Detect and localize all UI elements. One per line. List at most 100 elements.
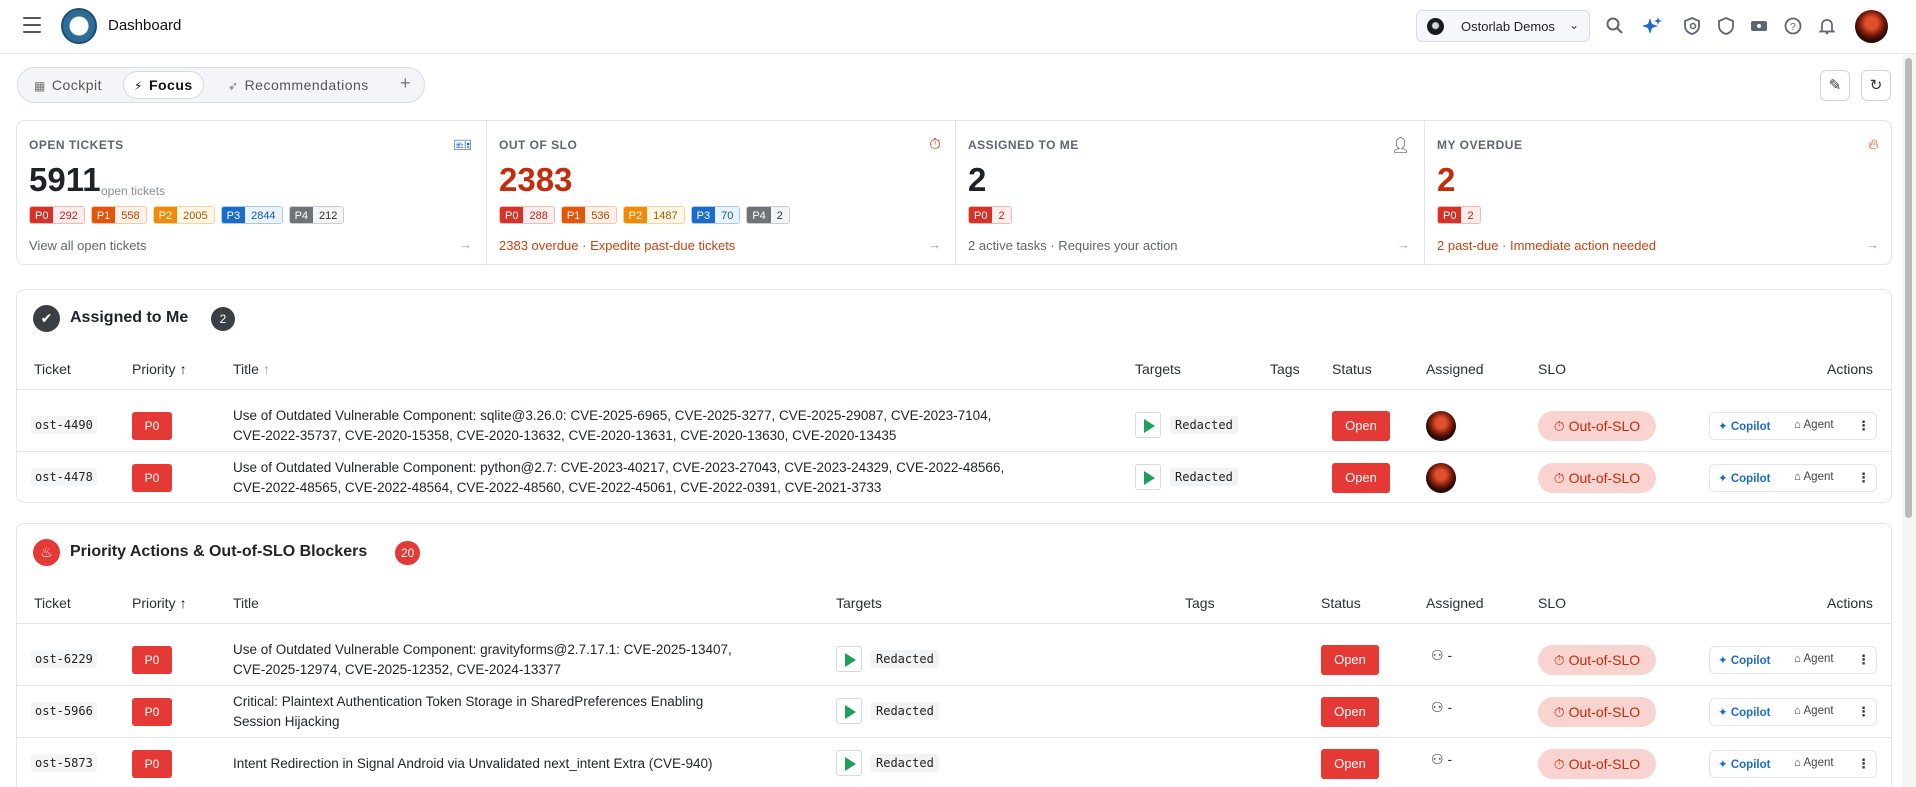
arrow-right-icon[interactable]: → [928,237,941,252]
unassigned-icon[interactable]: ⚇ - [1431,699,1452,716]
ticket-title[interactable]: Use of Outdated Vulnerable Component: gr… [233,640,732,680]
column-assigned[interactable]: Assigned [1426,595,1484,611]
column-status[interactable]: Status [1321,595,1361,611]
kpi-my-overdue[interactable]: MY OVERDUE 🔥︎ 2 P0 2 2 past-due · Immedia… [1424,121,1893,266]
sparkle-icon[interactable] [1642,16,1662,36]
copilot-button[interactable]: ✦ Copilot [1718,471,1770,485]
bell-icon[interactable] [1817,16,1837,36]
ticket-title[interactable]: Use of Outdated Vulnerable Component: sq… [233,406,991,446]
kpi-footer-link[interactable]: 2 active tasks · Requires your action [968,238,1178,253]
page-title: Dashboard [108,17,182,34]
target-label[interactable]: Redacted [1170,468,1238,486]
copilot-button[interactable]: ✦ Copilot [1718,419,1770,433]
column-tags[interactable]: Tags [1185,595,1215,611]
pill-value: 558 [115,207,146,223]
page-scrollbar[interactable] [1902,54,1916,787]
kpi-out-of-slo[interactable]: OUT OF SLO ⏱ 2383 P0 288 P1 536 P2 1487 P3 70 P4… [486,121,955,266]
column-priority[interactable]: Priority ↑ [132,361,187,377]
status-button[interactable]: Open [1332,411,1390,441]
robot-icon: ⌂ [1794,705,1804,717]
kpi-footer-link[interactable]: View all open tickets [29,238,147,253]
assignee-avatar[interactable] [1426,411,1456,441]
menu-icon[interactable] [23,17,41,33]
target-label[interactable]: Redacted [1170,416,1238,434]
kpi-footer-link[interactable]: 2383 overdue · Expedite past-due tickets [499,238,735,253]
column-targets[interactable]: Targets [1135,361,1181,377]
ticket-icon[interactable] [1749,16,1769,36]
unassigned-icon[interactable]: ⚇ - [1431,751,1452,768]
ticket-id[interactable]: ost-5873 [31,754,97,772]
ticket-id[interactable]: ost-4478 [31,468,97,486]
scrollbar-thumb[interactable] [1905,58,1912,518]
more-menu-icon[interactable]: ⋮ [1857,704,1870,720]
ticket-id[interactable]: ost-6229 [31,650,97,668]
copilot-button[interactable]: ✦ Copilot [1718,653,1770,667]
tab-recommendations[interactable]: ➶ Recommendations [218,72,379,98]
refresh-button[interactable]: ↻ [1861,70,1891,101]
column-assigned[interactable]: Assigned [1426,361,1484,377]
column-slo[interactable]: SLO [1538,595,1566,611]
agent-button[interactable]: ⌂ Agent [1794,419,1834,431]
assignee-avatar[interactable] [1426,463,1456,493]
tab-cockpit[interactable]: ▦ Cockpit [24,72,112,98]
status-button[interactable]: Open [1321,697,1379,727]
status-button[interactable]: Open [1321,645,1379,675]
slo-label: Out-of-SLO [1568,652,1641,668]
more-menu-icon[interactable]: ⋮ [1857,418,1870,434]
arrow-right-icon[interactable]: → [1866,237,1879,252]
column-ticket[interactable]: Ticket [34,595,71,611]
kpi-footer-link[interactable]: 2 past-due · Immediate action needed [1437,238,1656,253]
ticket-title[interactable]: Intent Redirection in Signal Android via… [233,754,713,774]
ostorlab-logo[interactable] [61,8,97,44]
column-title[interactable]: Title [233,595,259,611]
table-row[interactable]: ost-4478 P0 Use of Outdated Vulnerable C… [17,452,1891,502]
shield-icon[interactable] [1716,16,1736,36]
status-button[interactable]: Open [1332,463,1390,493]
add-tab-button[interactable]: + [400,73,411,94]
column-priority[interactable]: Priority ↑ [132,595,187,611]
copilot-button[interactable]: ✦ Copilot [1718,705,1770,719]
ticket-title[interactable]: Use of Outdated Vulnerable Component: py… [233,458,1004,498]
more-menu-icon[interactable]: ⋮ [1857,652,1870,668]
edit-button[interactable]: ✎ [1820,70,1850,101]
target-label[interactable]: Redacted [871,650,939,668]
column-title[interactable]: Title ↑ [233,361,270,377]
ticket-id[interactable]: ost-5966 [31,702,97,720]
table-row[interactable]: ost-5873 P0 Intent Redirection in Signal… [17,738,1891,787]
more-menu-icon[interactable]: ⋮ [1857,756,1870,772]
tab-focus[interactable]: ⚡ Focus [124,72,203,98]
more-menu-icon[interactable]: ⋮ [1857,470,1870,486]
priority-badge: P0 [132,698,172,726]
kpi-label: OUT OF SLO [499,138,578,152]
copilot-button[interactable]: ✦ Copilot [1718,757,1770,771]
table-row[interactable]: ost-4490 P0 Use of Outdated Vulnerable C… [17,400,1891,452]
help-icon[interactable]: ? [1783,16,1803,36]
table-row[interactable]: ost-5966 P0 Critical: Plaintext Authenti… [17,686,1891,738]
agent-button[interactable]: ⌂ Agent [1794,653,1834,665]
kpi-open-tickets[interactable]: OPEN TICKETS 🎫︎ 5911 open tickets P0 292 P… [17,121,486,266]
status-button[interactable]: Open [1321,749,1379,779]
agent-button[interactable]: ⌂ Agent [1794,705,1834,717]
unassigned-icon[interactable]: ⚇ - [1431,647,1452,664]
arrow-right-icon[interactable]: → [1397,237,1410,252]
target-label[interactable]: Redacted [871,754,939,772]
column-ticket[interactable]: Ticket [34,361,71,377]
column-targets[interactable]: Targets [836,595,882,611]
shield-search-icon[interactable] [1682,16,1702,36]
timer-icon: ⏱ [1553,704,1569,720]
search-icon[interactable] [1605,16,1625,36]
kpi-assigned-to-me[interactable]: ASSIGNED TO ME 👤︎ 2 P0 2 2 active tasks ·… [955,121,1424,266]
pill-key: P2 [623,207,648,223]
column-status[interactable]: Status [1332,361,1372,377]
column-slo[interactable]: SLO [1538,361,1566,377]
ticket-title[interactable]: Critical: Plaintext Authentication Token… [233,692,703,732]
ticket-id[interactable]: ost-4490 [31,416,97,434]
agent-button[interactable]: ⌂ Agent [1794,757,1834,769]
column-tags[interactable]: Tags [1270,361,1300,377]
agent-button[interactable]: ⌂ Agent [1794,471,1834,483]
org-selector[interactable]: Ostorlab Demos ⌄ [1416,10,1590,42]
arrow-right-icon[interactable]: → [459,237,472,252]
target-label[interactable]: Redacted [871,702,939,720]
user-avatar[interactable] [1855,10,1888,43]
table-row[interactable]: ost-6229 P0 Use of Outdated Vulnerable C… [17,634,1891,686]
